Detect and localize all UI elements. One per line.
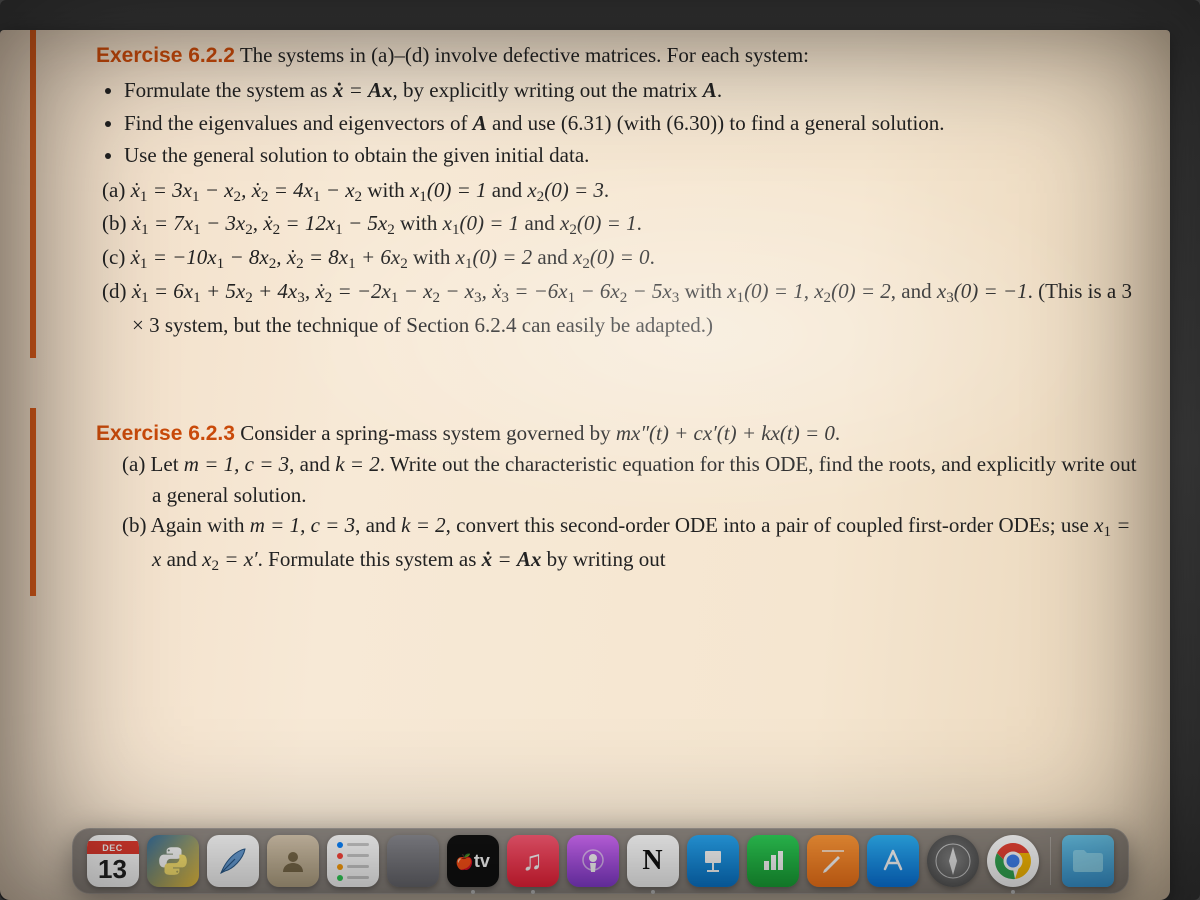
macos-dock: DEC 13 🍎tv [72, 828, 1129, 894]
folder-icon[interactable] [1062, 835, 1114, 887]
exercise-title: Exercise 6.2.2 [96, 44, 235, 67]
exercise-title: Exercise 6.2.3 [96, 422, 235, 445]
podcast-icon [578, 846, 608, 876]
part-c: (c) ẋ1 = −10x1 − 8x2, ẋ2 = 8x1 + 6x2 wit… [102, 242, 1140, 276]
exercise-6-2-2: Exercise 6.2.2 The systems in (a)–(d) in… [30, 30, 1170, 358]
safari-alt-icon[interactable] [927, 835, 979, 887]
notion-app-icon[interactable]: N [627, 835, 679, 887]
parts-list: (a) Let m = 1, c = 3, and k = 2. Write o… [122, 449, 1140, 577]
bar-chart-icon [759, 847, 787, 875]
calendar-day: 13 [98, 854, 127, 882]
letter-n-icon: N [642, 845, 662, 877]
music-app-icon[interactable]: ♫ [507, 835, 559, 887]
dock-container: DEC 13 🍎tv [0, 828, 1200, 894]
calendar-month: DEC [87, 841, 139, 854]
list-lines-icon [337, 842, 369, 881]
podium-icon [699, 847, 727, 875]
dock-separator [1050, 837, 1051, 885]
part-d: (d) ẋ1 = 6x1 + 5x2 + 4x3, ẋ2 = −2x1 − x2… [102, 276, 1140, 340]
pen-icon [820, 848, 846, 874]
textbook-page: Exercise 6.2.2 The systems in (a)–(d) in… [0, 30, 1170, 900]
chrome-app-icon[interactable] [987, 835, 1039, 887]
letter-a-icon [878, 846, 908, 876]
folder-shape-icon [1071, 847, 1105, 875]
instruction-item: Use the general solution to obtain the g… [124, 140, 1140, 170]
calendar-app-icon[interactable]: DEC 13 [87, 835, 139, 887]
exercise-6-2-3: Exercise 6.2.3 Consider a spring-mass sy… [30, 408, 1170, 596]
keynote-app-icon[interactable] [687, 835, 739, 887]
tex-app-icon[interactable] [207, 835, 259, 887]
instruction-list: Formulate the system as ẋ = Ax, by expli… [124, 75, 1140, 170]
podcasts-app-icon[interactable] [567, 835, 619, 887]
chrome-icon [991, 839, 1035, 883]
part-b: (b) ẋ1 = 7x1 − 3x2, ẋ2 = 12x1 − 5x2 with… [102, 208, 1140, 242]
app-store-icon[interactable] [867, 835, 919, 887]
parts-list: (a) ẋ1 = 3x1 − x2, ẋ2 = 4x1 − x2 with x1… [102, 175, 1140, 340]
running-indicator-dot [531, 890, 535, 894]
running-indicator-dot [1011, 890, 1015, 894]
music-note-icon: ♫ [522, 845, 543, 877]
running-indicator-dot [471, 890, 475, 894]
desktop-screen: Exercise 6.2.2 The systems in (a)–(d) in… [0, 0, 1200, 900]
feather-icon [215, 843, 251, 879]
part-a: (a) Let m = 1, c = 3, and k = 2. Write o… [122, 449, 1140, 510]
exercise-intro: The systems in (a)–(d) involve defective… [240, 43, 809, 67]
running-indicator-dot [651, 890, 655, 894]
part-b: (b) Again with m = 1, c = 3, and k = 2, … [122, 510, 1140, 577]
blank-app-icon[interactable] [387, 835, 439, 887]
compass-icon [933, 841, 973, 881]
pages-app-icon[interactable] [807, 835, 859, 887]
python-app-icon[interactable] [147, 835, 199, 887]
document-viewport: Exercise 6.2.2 The systems in (a)–(d) in… [0, 0, 1200, 900]
instruction-item: Formulate the system as ẋ = Ax, by expli… [124, 75, 1140, 105]
apple-tv-app-icon[interactable]: 🍎tv [447, 835, 499, 887]
exercise-intro: Consider a spring-mass system governed b… [240, 421, 840, 445]
part-a: (a) ẋ1 = 3x1 − x2, ẋ2 = 4x1 − x2 with x1… [102, 175, 1140, 209]
person-icon [278, 846, 308, 876]
reminders-app-icon[interactable] [327, 835, 379, 887]
instruction-item: Find the eigenvalues and eigenvectors of… [124, 108, 1140, 138]
tv-label: 🍎tv [455, 851, 490, 872]
numbers-app-icon[interactable] [747, 835, 799, 887]
contacts-app-icon[interactable] [267, 835, 319, 887]
python-icon [156, 844, 190, 878]
